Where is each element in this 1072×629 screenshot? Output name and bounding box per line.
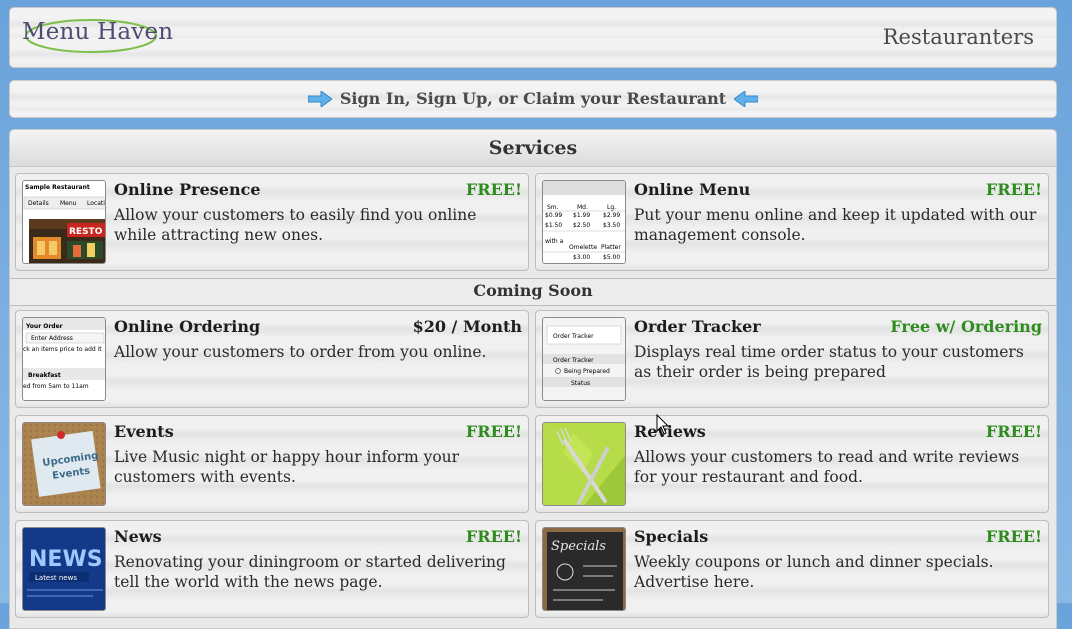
order-tracker-thumbnail: Order Tracker Order Tracker Being Prepar… [542, 317, 626, 401]
card-title: News [114, 527, 162, 546]
arrow-left-icon [734, 90, 759, 107]
card-description: Allows your customers to read and write … [634, 448, 1020, 486]
svg-text:Locati: Locati [87, 200, 105, 207]
svg-text:RESTO: RESTO [69, 227, 103, 237]
svg-text:with a: with a [545, 238, 564, 245]
arrow-right-icon [307, 90, 332, 107]
card-price: Free w/ Ordering [890, 317, 1042, 336]
svg-text:$2.50: $2.50 [573, 222, 590, 229]
site-logo[interactable]: Menu Haven [22, 19, 173, 45]
service-card-events[interactable]: Upcoming Events Events FREE! Live Music … [15, 415, 529, 513]
site-header: Menu Haven Restauranters [9, 7, 1057, 68]
svg-text:Menu: Menu [60, 200, 77, 207]
card-title: Order Tracker [634, 317, 761, 336]
specials-thumbnail: Specials [542, 527, 626, 611]
card-price: FREE! [985, 422, 1042, 441]
card-price: FREE! [465, 422, 522, 441]
restaurateurs-link[interactable]: Restauranters [883, 25, 1034, 49]
svg-text:Your Order: Your Order [25, 323, 63, 330]
pin-icon [57, 431, 65, 439]
card-title: Online Menu [634, 180, 751, 199]
card-price: FREE! [985, 180, 1042, 199]
service-card-news[interactable]: NEWS Latest news News FREE! Renovating y… [15, 520, 529, 618]
svg-text:$3.00: $3.00 [573, 254, 590, 261]
svg-text:Status: Status [571, 380, 590, 387]
svg-text:$5.00: $5.00 [603, 254, 620, 261]
svg-text:Details: Details [28, 200, 49, 207]
card-title: Events [114, 422, 174, 441]
svg-text:Lg.: Lg. [607, 204, 616, 211]
card-title: Online Ordering [114, 317, 261, 336]
service-card-online-ordering[interactable]: Your Order Enter Address ck an items pri… [15, 310, 529, 408]
card-price: FREE! [985, 527, 1042, 546]
svg-text:Order Tracker: Order Tracker [553, 333, 594, 340]
mouse-cursor-icon [656, 414, 670, 435]
svg-text:Platter: Platter [601, 244, 621, 251]
reviews-thumbnail [542, 422, 626, 506]
services-section: Services Sample Restaurant Details Menu … [9, 129, 1057, 629]
online-menu-thumbnail: Sm. Md. Lg. $0.99 $1.99 $2.99 $1.50 $2.5… [542, 180, 626, 264]
svg-text:$1.50: $1.50 [545, 222, 562, 229]
svg-text:$0.99: $0.99 [545, 212, 562, 219]
service-card-specials[interactable]: Specials Specials FREE! Weekly coupons o… [535, 520, 1049, 618]
card-price: FREE! [465, 527, 522, 546]
card-title: Specials [634, 527, 709, 546]
online-presence-thumbnail: Sample Restaurant Details Menu Locati RE… [22, 180, 106, 264]
service-card-online-presence[interactable]: Sample Restaurant Details Menu Locati RE… [15, 173, 529, 271]
card-title: Online Presence [114, 180, 261, 199]
online-ordering-thumbnail: Your Order Enter Address ck an items pri… [22, 317, 106, 401]
service-card-online-menu[interactable]: Sm. Md. Lg. $0.99 $1.99 $2.99 $1.50 $2.5… [535, 173, 1049, 271]
svg-text:NEWS: NEWS [29, 547, 103, 572]
signin-link[interactable]: Sign In, Sign Up, or Claim your Restaura… [340, 89, 726, 108]
card-description: Allow your customers to order from you o… [114, 343, 487, 361]
card-description: Weekly coupons or lunch and dinner speci… [634, 553, 994, 591]
card-description: Allow your customers to easily find you … [114, 206, 477, 244]
svg-text:ed from 5am to 11am: ed from 5am to 11am [23, 383, 89, 390]
services-title: Services [10, 130, 1056, 167]
svg-text:$2.99: $2.99 [603, 212, 620, 219]
card-price: $20 / Month [412, 317, 522, 336]
svg-text:Md.: Md. [577, 204, 588, 211]
card-description: Displays real time order status to your … [634, 343, 1024, 381]
svg-text:Breakfast: Breakfast [28, 372, 61, 379]
svg-text:Order Tracker: Order Tracker [553, 357, 594, 364]
svg-text:Sm.: Sm. [547, 204, 559, 211]
service-card-order-tracker[interactable]: Order Tracker Order Tracker Being Prepar… [535, 310, 1049, 408]
card-description: Put your menu online and keep it updated… [634, 206, 1037, 244]
svg-text:Enter Address: Enter Address [31, 335, 73, 342]
svg-text:Being Prepared: Being Prepared [564, 368, 610, 375]
card-price: FREE! [465, 180, 522, 199]
coming-soon-title: Coming Soon [10, 278, 1056, 306]
card-description: Renovating your diningroom or started de… [114, 553, 506, 591]
signin-bar[interactable]: Sign In, Sign Up, or Claim your Restaura… [9, 80, 1057, 118]
thumb-presence-title: Sample Restaurant [25, 184, 90, 191]
events-thumbnail: Upcoming Events [22, 422, 106, 506]
svg-text:Latest news: Latest news [35, 574, 77, 582]
svg-text:$1.99: $1.99 [573, 212, 590, 219]
news-thumbnail: NEWS Latest news [22, 527, 106, 611]
service-card-reviews[interactable]: Reviews FREE! Allows your customers to r… [535, 415, 1049, 513]
svg-text:ck an items price to add it: ck an items price to add it [23, 346, 102, 353]
svg-text:Specials: Specials [551, 539, 606, 554]
svg-text:$3.50: $3.50 [603, 222, 620, 229]
svg-text:Omelette: Omelette [569, 244, 597, 251]
card-description: Live Music night or happy hour inform yo… [114, 448, 460, 486]
